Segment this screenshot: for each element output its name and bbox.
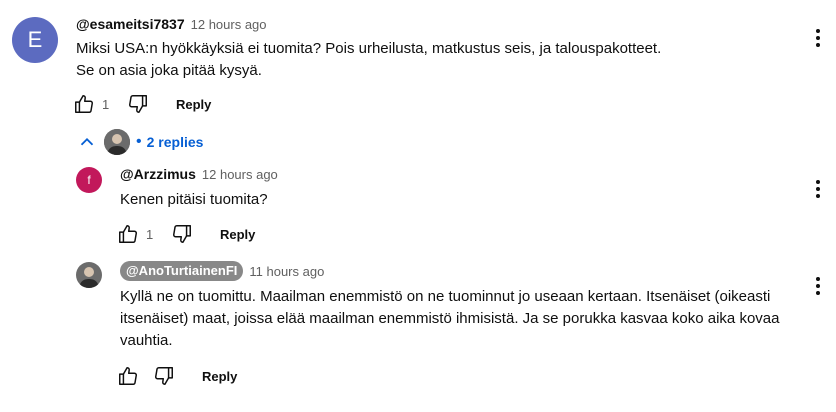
reply-actions: Reply [116,364,237,388]
creator-handle-chip[interactable]: @AnoTurtiainenFI [120,261,244,281]
comment-more-button[interactable] [808,26,828,50]
dislike-button[interactable] [170,222,194,246]
reply-author-avatar [104,129,130,155]
reply-avatar[interactable] [76,262,102,288]
reply-avatar[interactable]: f [76,167,102,193]
person-icon [76,262,102,288]
thumbs-down-icon [155,367,173,385]
avatar[interactable]: E [12,17,58,63]
reply-button[interactable]: Reply [202,369,237,384]
reply-button[interactable]: Reply [220,227,255,242]
reply-text: Kenen pitäisi tuomita? [120,191,268,208]
replies-toggle[interactable]: • 2 replies [76,128,203,156]
like-button[interactable] [116,364,140,388]
comment-time[interactable]: 12 hours ago [191,17,267,32]
reply-actions: 1 Reply [116,222,255,246]
reply-button[interactable]: Reply [176,97,211,112]
chevron-up-icon [80,137,94,146]
like-button[interactable] [116,222,140,246]
dislike-button[interactable] [126,92,150,116]
reply-time[interactable]: 12 hours ago [202,167,278,182]
comment-text-line-2: Se on asia joka pitää kysyä. [76,62,262,79]
comment-actions: 1 Reply [72,92,211,116]
more-vert-icon [816,277,820,295]
bullet-dot: • [136,133,142,150]
thumbs-up-icon [75,95,93,113]
dislike-button[interactable] [152,364,176,388]
person-icon [104,129,130,155]
like-button[interactable] [72,92,96,116]
reply-text: Kyllä ne on tuomittu. Maailman enemmistö… [120,288,780,349]
comment-author[interactable]: @esameitsi7837 [76,16,185,32]
thumbs-down-icon [129,95,147,113]
reply-more-button[interactable] [808,177,828,201]
like-count: 1 [146,226,154,242]
comment-text: Miksi USA:n hyökkäyksiä ei tuomita? Pois… [76,38,796,82]
replies-count[interactable]: 2 replies [147,134,204,150]
reply-header: @AnoTurtiainenFI 11 hours ago [120,261,324,281]
reply-author[interactable]: @Arzzimus [120,166,196,182]
more-vert-icon [816,29,820,47]
thumbs-up-icon [119,225,137,243]
reply-header: @Arzzimus 12 hours ago [120,164,278,184]
comment-text-line-1: Miksi USA:n hyökkäyksiä ei tuomita? Pois… [76,40,662,57]
reply-more-button[interactable] [808,274,828,298]
comment-header: @esameitsi7837 12 hours ago [76,14,267,34]
avatar-letter: f [87,173,91,187]
thumbs-up-icon [119,367,137,385]
reply-time[interactable]: 11 hours ago [249,264,324,279]
more-vert-icon [816,180,820,198]
thumbs-down-icon [173,225,191,243]
avatar-letter: E [27,27,43,52]
like-count: 1 [102,96,110,112]
